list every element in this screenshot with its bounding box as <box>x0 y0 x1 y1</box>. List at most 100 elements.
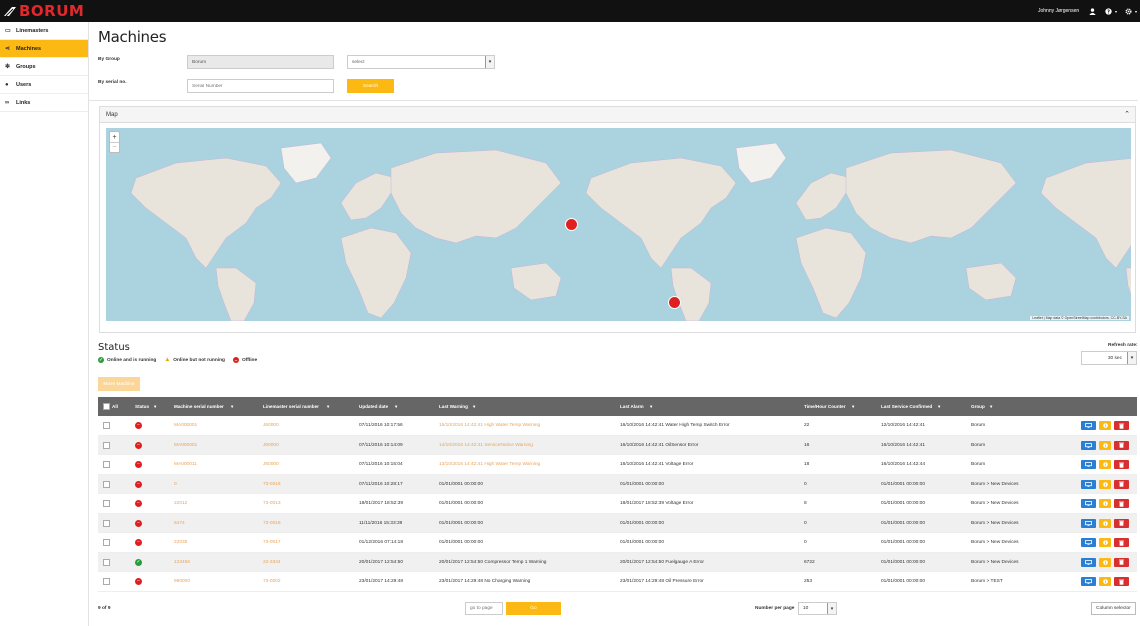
monitor-button[interactable] <box>1081 577 1096 586</box>
table-row[interactable]: ✓ 123456 22-3344 20/01/2017 12:54:50 20/01/2… <box>98 552 1137 572</box>
per-page-select[interactable]: 10 ▾ <box>798 602 837 615</box>
linemaster-serial-link[interactable]: 73-0017 <box>263 540 281 545</box>
col-group[interactable]: Group <box>971 404 985 409</box>
sidebar-item-linemasters[interactable]: ▭ Linemasters <box>0 22 88 40</box>
info-button[interactable] <box>1099 538 1111 547</box>
trash-button[interactable] <box>1114 577 1129 586</box>
sidebar-item-machines[interactable]: ⋖ Machines <box>0 40 88 58</box>
machine-serial-link[interactable]: 6474 <box>174 521 185 526</box>
linemaster-serial-link[interactable]: 73-0018 <box>263 482 281 487</box>
machine-serial-link[interactable]: 123456 <box>174 560 190 565</box>
linemaster-serial-link[interactable]: J60000 <box>263 423 279 428</box>
help-caret-icon[interactable]: ▾ <box>1111 6 1121 16</box>
table-row[interactable]: − 6474 73-0018 11/11/2016 15:33:39 01/01/000… <box>98 513 1137 533</box>
sort-icon[interactable]: ▾ <box>154 404 156 410</box>
zoom-in-button[interactable]: + <box>110 132 119 142</box>
linemaster-serial-link[interactable]: 22-3344 <box>263 560 281 565</box>
row-checkbox[interactable] <box>103 500 110 507</box>
col-last-warning[interactable]: Last Warning <box>439 404 468 409</box>
user-icon[interactable] <box>1087 6 1097 16</box>
row-checkbox[interactable] <box>103 461 110 468</box>
col-all[interactable]: All <box>112 404 118 409</box>
offline-marker[interactable] <box>565 218 578 231</box>
user-name[interactable]: Johnny Jørgensen <box>1038 8 1079 14</box>
col-updated[interactable]: Updated date <box>359 404 388 409</box>
trash-button[interactable] <box>1114 440 1129 450</box>
machine-serial-link[interactable]: MA000001 <box>174 423 197 428</box>
machine-serial-link[interactable]: 22012 <box>174 501 187 506</box>
machine-serial-link[interactable]: 990000 <box>174 579 190 584</box>
goto-page-input[interactable] <box>465 602 503 615</box>
borum-logo[interactable]: BORUM <box>3 2 84 20</box>
info-button[interactable] <box>1099 499 1111 508</box>
sort-icon[interactable]: ▾ <box>327 404 329 410</box>
trash-button[interactable] <box>1114 557 1129 567</box>
row-checkbox[interactable] <box>103 519 110 527</box>
sidebar-item-users[interactable]: ● Users <box>0 76 88 94</box>
monitor-button[interactable] <box>1081 421 1096 430</box>
row-checkbox[interactable] <box>103 578 110 585</box>
group-select[interactable]: select ▾ <box>347 55 495 69</box>
table-row[interactable]: − 22012 73-0013 18/01/2017 18:52:39 01/01/00… <box>98 494 1137 514</box>
settings-caret-icon[interactable]: ▾ <box>1131 6 1140 16</box>
last-warning[interactable]: 15/10/2016 14:42:41 High Water Temp Warn… <box>439 423 540 428</box>
trash-button[interactable] <box>1114 518 1129 528</box>
move-machine-button[interactable]: Move Machine <box>98 377 140 391</box>
row-checkbox[interactable] <box>103 422 110 429</box>
table-row[interactable]: − MA000001 J60000 07/11/2016 10:17:56 15/10/… <box>98 416 1137 436</box>
row-checkbox[interactable] <box>103 441 110 449</box>
trash-button[interactable] <box>1114 460 1129 469</box>
column-selector-button[interactable]: Column selector <box>1091 602 1136 615</box>
sort-icon[interactable]: ▾ <box>395 404 397 410</box>
sort-icon[interactable]: ▾ <box>650 404 652 410</box>
sort-icon[interactable]: ▾ <box>231 404 233 410</box>
col-linemaster-serial[interactable]: Linemaster serial number <box>263 404 319 409</box>
monitor-button[interactable] <box>1081 538 1096 547</box>
machine-serial-link[interactable]: MA000001 <box>174 443 197 448</box>
machine-serial-link[interactable]: MA000011 <box>174 462 197 467</box>
last-warning[interactable]: 14/10/2016 14:42:41 ServiceNotice Warnin… <box>439 443 533 448</box>
col-machine-serial[interactable]: Machine serial number <box>174 404 224 409</box>
trash-button[interactable] <box>1114 421 1129 430</box>
monitor-button[interactable] <box>1081 440 1096 450</box>
go-button[interactable]: Go <box>506 602 561 615</box>
linemaster-serial-link[interactable]: J60000 <box>263 462 279 467</box>
machine-serial-link[interactable]: 0 <box>174 482 177 487</box>
last-warning[interactable]: 13/10/2016 14:42:41 High Water Temp Warn… <box>439 462 540 467</box>
col-status[interactable]: Status <box>135 404 149 409</box>
refresh-rate-select[interactable]: 30 sec ▾ <box>1081 351 1137 365</box>
info-button[interactable] <box>1099 518 1111 528</box>
info-button[interactable] <box>1099 479 1111 489</box>
trash-button[interactable] <box>1114 538 1129 547</box>
search-button[interactable]: Search <box>347 79 394 93</box>
trash-button[interactable] <box>1114 479 1129 489</box>
col-counter[interactable]: Time/Hour Counter <box>804 404 846 409</box>
info-button[interactable] <box>1099 421 1111 430</box>
zoom-out-button[interactable]: − <box>110 142 119 152</box>
sort-icon[interactable]: ▾ <box>990 404 992 410</box>
table-row[interactable]: − 22035 73-0017 01/12/2016 07:14:18 01/01/00… <box>98 533 1137 553</box>
chevron-up-icon[interactable]: ⌃ <box>1124 110 1130 118</box>
row-checkbox[interactable] <box>103 480 110 488</box>
row-checkbox[interactable] <box>103 558 110 566</box>
monitor-button[interactable] <box>1081 460 1096 469</box>
map-attribution[interactable]: Leaflet | Map data © OpenStreetMap contr… <box>1030 316 1129 320</box>
trash-button[interactable] <box>1114 499 1129 508</box>
table-row[interactable]: − MA000011 J60000 07/11/2016 10:15:04 13/10/… <box>98 455 1137 475</box>
monitor-button[interactable] <box>1081 499 1096 508</box>
linemaster-serial-link[interactable]: J60000 <box>263 443 279 448</box>
monitor-button[interactable] <box>1081 518 1096 528</box>
table-row[interactable]: − 0 73-0018 07/11/2016 10:28:17 01/01/0001 0… <box>98 474 1137 494</box>
sort-icon[interactable]: ▾ <box>473 404 475 410</box>
map-header[interactable]: Map ⌃ <box>100 107 1135 123</box>
row-checkbox[interactable] <box>103 539 110 546</box>
machine-serial-link[interactable]: 22035 <box>174 540 187 545</box>
info-button[interactable] <box>1099 460 1111 469</box>
info-button[interactable] <box>1099 577 1111 586</box>
monitor-button[interactable] <box>1081 479 1096 489</box>
table-row[interactable]: − 990000 73-0002 23/01/2017 14:29:48 23/01/2… <box>98 572 1137 592</box>
col-last-service[interactable]: Last Service Confirmed <box>881 404 932 409</box>
serial-number-input[interactable] <box>187 79 334 93</box>
linemaster-serial-link[interactable]: 73-0013 <box>263 501 281 506</box>
offline-marker[interactable] <box>668 296 681 309</box>
